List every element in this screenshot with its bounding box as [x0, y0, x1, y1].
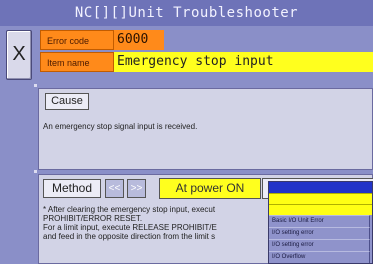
close-button[interactable]: X [6, 30, 32, 80]
method-text-line: PROHIBIT/ERROR RESET. [43, 214, 143, 223]
at-power-on-button[interactable]: At power ON [159, 178, 261, 199]
cause-text: An emergency stop signal input is receiv… [43, 122, 198, 131]
error-code-label: Error code [40, 30, 114, 50]
corner-marker [34, 170, 37, 173]
previous-page-button[interactable]: << [105, 179, 124, 198]
window-title: NC[][]Unit Troubleshooter [0, 0, 373, 26]
dropdown-item[interactable]: I/O Overflow [269, 251, 370, 263]
item-name-label: Item name [40, 52, 114, 72]
next-page-button[interactable]: >> [127, 179, 146, 198]
cause-panel: Cause An emergency stop signal input is … [38, 88, 373, 170]
dropdown-selected-row[interactable] [269, 193, 372, 204]
method-text-line: * After clearing the emergency stop inpu… [43, 205, 216, 214]
corner-marker [34, 84, 37, 87]
item-name-value: Emergency stop input [114, 52, 373, 72]
error-info-panel: Error code 6000 Item name Emergency stop… [40, 30, 373, 78]
troubleshooter-screen: NC[][]Unit Troubleshooter X Error code 6… [0, 0, 373, 264]
dropdown-item[interactable]: Basic I/O Unit Error [269, 215, 370, 227]
error-list-dropdown[interactable]: Basic I/O Unit Error I/O setting error I… [268, 181, 373, 264]
method-label: Method [43, 179, 101, 198]
dropdown-item[interactable]: I/O setting error [269, 239, 370, 251]
dropdown-header [269, 182, 372, 193]
dropdown-selected-row[interactable] [269, 204, 372, 215]
method-text-line: For a limit input, execute RELEASE PROHI… [43, 223, 217, 232]
cause-tab[interactable]: Cause [45, 93, 89, 110]
method-text: * After clearing the emergency stop inpu… [43, 205, 217, 241]
error-code-value: 6000 [114, 30, 164, 50]
method-text-line: and feed in the opposite direction from … [43, 232, 216, 241]
dropdown-item[interactable]: I/O setting error [269, 227, 370, 239]
